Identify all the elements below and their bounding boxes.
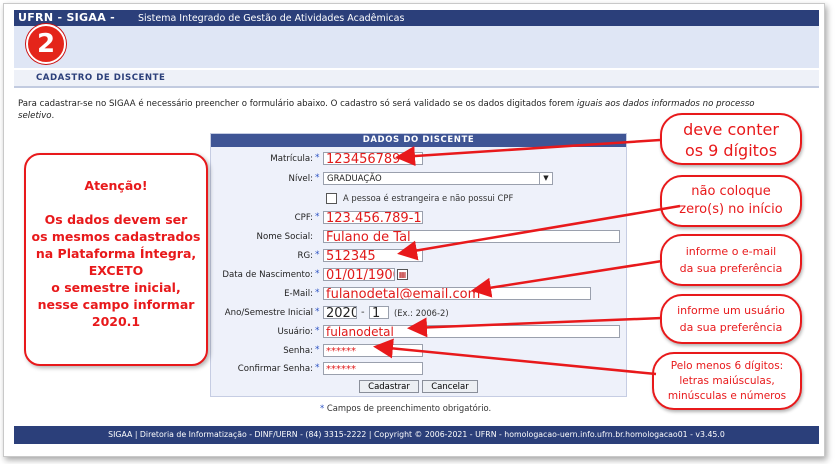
callout-line: informe o e-mail [685, 245, 777, 258]
cancelar-button[interactable]: Cancelar [422, 380, 478, 393]
required-star-icon: * [315, 345, 320, 355]
required-star-icon: * [315, 307, 320, 317]
warning-line [26, 194, 206, 211]
warning-line: na Plataforma Íntegra, [35, 246, 197, 261]
callout-line: zero(s) no início [679, 202, 783, 217]
rg-label: RG: [297, 251, 313, 261]
required-star-icon: * [315, 326, 320, 336]
top-header-bar: UFRN - SIGAA - Sistema Integrado de Gest… [14, 10, 819, 26]
required-star-icon: * [315, 288, 320, 298]
required-star-icon: * [315, 269, 320, 279]
warning-line: o semestre inicial, [51, 280, 181, 295]
footer-bar: SIGAA | Diretoria de Informatização - DI… [14, 426, 819, 444]
required-star-icon: * [315, 153, 320, 163]
matricula-label: Matrícula: [270, 154, 313, 164]
email-input[interactable]: fulanodetal@email.com [323, 287, 591, 300]
cadastrar-button[interactable]: Cadastrar [359, 380, 419, 393]
ano-semestre-label: Ano/Semestre Inicial [224, 308, 313, 318]
nome-social-input[interactable]: Fulano de Tal [323, 230, 620, 243]
step-badge: 2 [26, 24, 66, 64]
warning-line: nesse campo informar [37, 297, 195, 312]
estrangeira-checkbox[interactable] [326, 193, 337, 204]
required-star-icon: * [315, 250, 320, 260]
nivel-label: Nível: [288, 174, 313, 184]
cpf-input[interactable]: 123.456.789-10 [323, 211, 423, 224]
warning-line: EXCETO [88, 263, 144, 278]
cpf-label: CPF: [294, 213, 313, 223]
warning-line: Os dados devem ser [44, 212, 188, 227]
intro-end: . [51, 111, 55, 121]
warning-line: 2020.1 [91, 314, 141, 329]
warning-line: os mesmos cadastrados [31, 229, 201, 244]
required-legend: * Campos de preenchimento obrigatório. [320, 403, 491, 413]
calendar-icon[interactable]: ▦ [397, 269, 408, 280]
callout-line: letras maiúsculas, [679, 375, 775, 387]
senha-callout: Pelo menos 6 dígitos: letras maiúsculas,… [652, 352, 802, 410]
estrangeira-label: A pessoa é estrangeira e não possui CPF [343, 193, 514, 203]
ano-input[interactable]: 2020 [323, 306, 357, 319]
usuario-callout: informe um usuário da sua preferência [660, 294, 802, 344]
required-star-icon: * [315, 173, 320, 183]
nome-social-label: Nome Social: [256, 232, 313, 242]
nivel-select[interactable]: GRADUAÇÃO ▼ [323, 172, 553, 185]
matricula-callout: deve conter os 9 dígitos [660, 113, 802, 165]
senha-input[interactable]: ****** [323, 344, 423, 357]
student-form: Dados do Discente Matrícula: * 123456789… [210, 133, 627, 397]
intro-main: Para cadastrar-se no SIGAA é necessário … [18, 99, 577, 109]
callout-line: deve conter [683, 120, 779, 139]
chevron-down-icon[interactable]: ▼ [539, 173, 552, 184]
email-callout: informe o e-mail da sua preferência [660, 234, 802, 286]
ano-semestre-hint: (Ex.: 2006-2) [394, 308, 449, 318]
system-name: Sistema Integrado de Gestão de Atividade… [138, 13, 405, 24]
senha-label: Senha: [283, 346, 313, 356]
required-star-icon: * [320, 403, 325, 413]
callout-line: não coloque [691, 184, 771, 199]
matricula-input[interactable]: 123456789 [323, 152, 423, 165]
section-title-bar: Cadastro de Discente [14, 70, 819, 88]
confirmar-senha-input[interactable]: ****** [323, 362, 423, 375]
email-label: E-Mail: [284, 289, 313, 299]
app-brand[interactable]: UFRN - SIGAA - [18, 11, 115, 24]
nascimento-input[interactable]: 01/01/1900 [323, 268, 395, 281]
usuario-input[interactable]: fulanodetal [323, 325, 620, 338]
callout-line: Pelo menos 6 dígitos: [670, 360, 784, 372]
form-title: Dados do Discente [211, 134, 626, 147]
required-legend-text: Campos de preenchimento obrigatório. [326, 403, 492, 413]
page-title: Cadastro de Discente [36, 73, 166, 83]
semestre-input[interactable]: 1 [369, 306, 389, 319]
warning-callout: Atenção! Os dados devem ser os mesmos ca… [24, 153, 208, 366]
callout-line: informe um usuário [677, 304, 785, 317]
cpf-callout: não coloque zero(s) no início [660, 175, 802, 227]
required-star-icon: * [315, 212, 320, 222]
callout-line: da sua preferência [679, 262, 783, 275]
callout-line: da sua preferência [679, 321, 783, 334]
nascimento-label: Data de Nascimento: [222, 270, 313, 280]
callout-line: minúsculas e números [667, 390, 787, 402]
rg-input[interactable]: 512345 [323, 249, 423, 262]
nivel-selected-value: GRADUAÇÃO [327, 174, 382, 184]
header-banner [14, 26, 819, 68]
usuario-label: Usuário: [277, 327, 313, 337]
required-star-icon: * [315, 363, 320, 373]
confirmar-senha-label: Confirmar Senha: [237, 364, 313, 374]
ano-semestre-separator: - [361, 307, 365, 318]
warning-line: Atenção! [84, 178, 148, 193]
callout-line: os 9 dígitos [684, 141, 778, 160]
